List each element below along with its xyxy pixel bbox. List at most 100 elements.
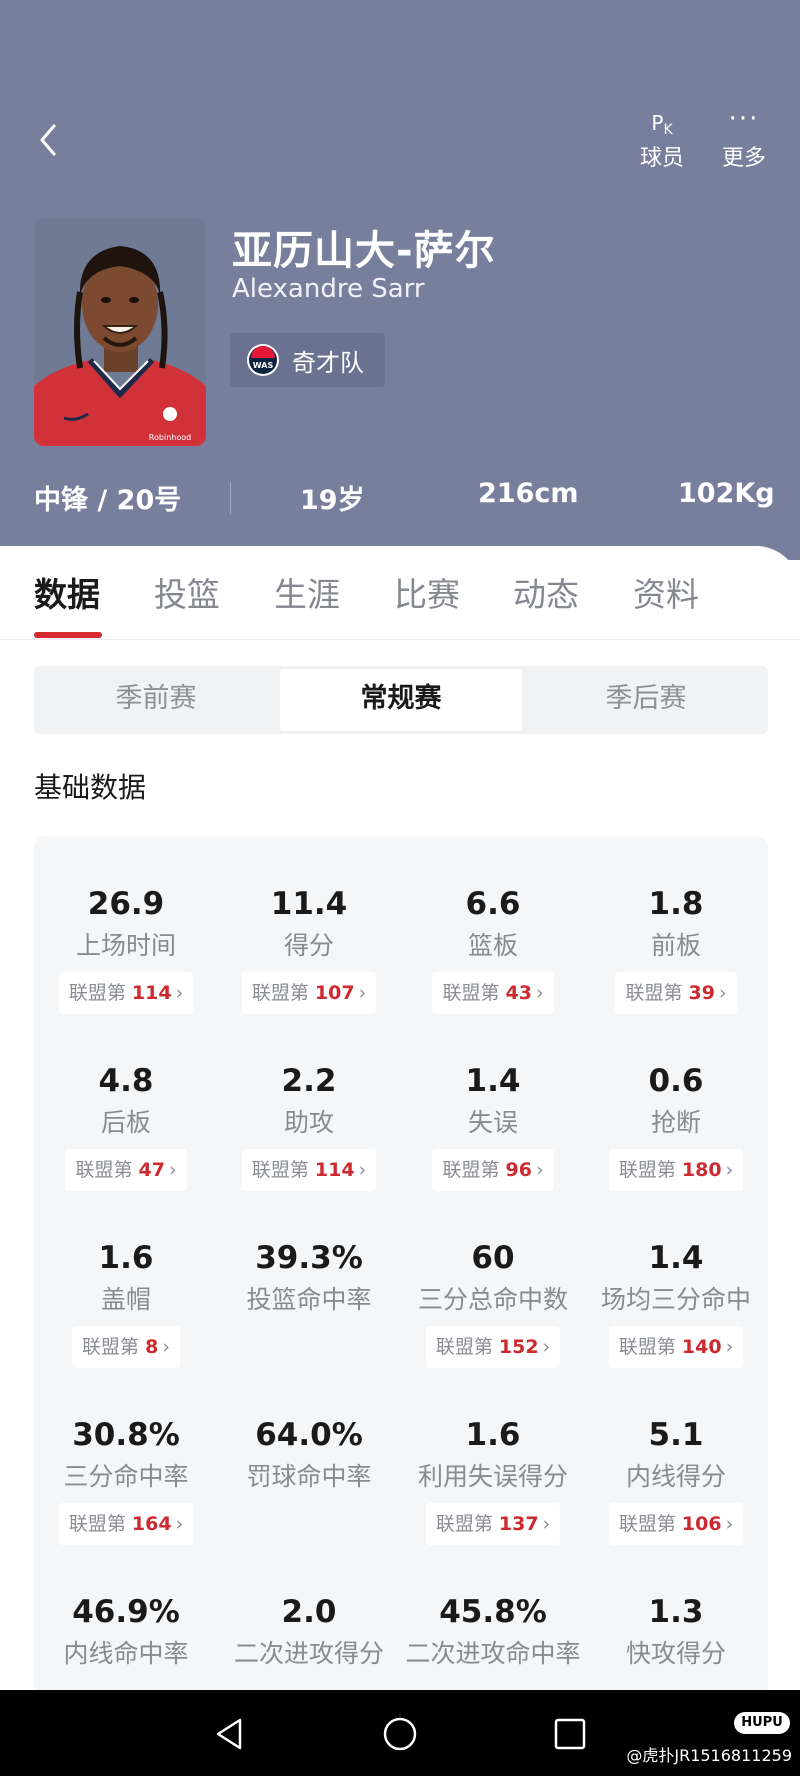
- stat-value: 6.6: [465, 886, 521, 922]
- chevron-right-icon: ›: [725, 1159, 734, 1181]
- stat-item: 39.3% 投篮命中率: [217, 1238, 401, 1318]
- season-type-switcher: 季前赛 常规赛 季后赛: [34, 666, 768, 734]
- chevron-right-icon: ›: [535, 982, 544, 1004]
- stat-label: 后板: [100, 1108, 151, 1137]
- player-header: PK 球员 ··· 更多 Robinhood 亚历山大-萨尔 Alexandre…: [0, 0, 800, 560]
- league-rank-chip[interactable]: 联盟第 164 ›: [58, 1503, 194, 1545]
- stat-label: 内线命中率: [63, 1639, 189, 1668]
- basic-stats-grid: 26.9 上场时间 联盟第 114 › 11.4 得分 联盟第 107 › 6.6 …: [34, 836, 768, 1736]
- more-dots-icon: ···: [728, 104, 760, 134]
- chevron-right-icon: ›: [725, 1336, 734, 1358]
- stat-value: 2.0: [281, 1594, 337, 1630]
- height: 216cm: [478, 478, 579, 509]
- league-rank-chip[interactable]: 联盟第 96 ›: [432, 1149, 554, 1191]
- league-rank-chip[interactable]: 联盟第 107 ›: [241, 972, 377, 1014]
- chevron-right-icon: ›: [718, 982, 727, 1004]
- league-rank-chip[interactable]: 联盟第 114 ›: [241, 1149, 377, 1191]
- stat-item: 4.8 后板 联盟第 47 ›: [34, 1061, 218, 1191]
- stat-value: 1.8: [648, 886, 704, 922]
- chevron-right-icon: ›: [358, 1159, 367, 1181]
- stat-label: 上场时间: [75, 931, 176, 960]
- league-rank-chip[interactable]: 联盟第 106 ›: [608, 1503, 744, 1545]
- stat-label: 篮板: [467, 931, 518, 960]
- stat-item: 2.0 二次进攻得分: [217, 1592, 401, 1672]
- stat-item: 5.1 内线得分 联盟第 106 ›: [584, 1415, 768, 1545]
- svg-text:Robinhood: Robinhood: [149, 433, 191, 442]
- chevron-right-icon: ›: [175, 1513, 184, 1535]
- league-rank-chip[interactable]: 联盟第 43 ›: [432, 972, 554, 1014]
- stat-item: 1.4 场均三分命中 联盟第 140 ›: [584, 1238, 768, 1368]
- stat-value: 30.8%: [72, 1417, 180, 1453]
- stat-label: 罚球命中率: [246, 1462, 372, 1491]
- more-button[interactable]: ··· 更多: [714, 104, 774, 178]
- stat-label: 二次进攻得分: [233, 1639, 384, 1668]
- tab-profile[interactable]: 资料: [633, 568, 699, 616]
- stat-label: 三分命中率: [63, 1462, 189, 1491]
- stat-value: 0.6: [648, 1063, 704, 1099]
- chevron-right-icon: ›: [358, 982, 367, 1004]
- player-avatar: Robinhood: [34, 218, 206, 446]
- stat-value: 1.4: [648, 1240, 704, 1276]
- section-title: 基础数据: [34, 771, 147, 804]
- watermark-text: @虎扑JR1516811259: [626, 1746, 792, 1765]
- stat-label: 场均三分命中: [600, 1285, 751, 1314]
- pk-label: 球员: [639, 146, 684, 171]
- tab-shooting[interactable]: 投篮: [154, 568, 220, 616]
- season-regular[interactable]: 常规赛: [280, 669, 522, 731]
- stat-item: 64.0% 罚球命中率: [217, 1415, 401, 1495]
- tab-career[interactable]: 生涯: [274, 568, 340, 616]
- league-rank-chip[interactable]: 联盟第 180 ›: [608, 1149, 744, 1191]
- wizards-logo-icon: WAS: [247, 344, 279, 376]
- stat-value: 2.2: [281, 1063, 337, 1099]
- svg-text:WAS: WAS: [253, 361, 274, 370]
- league-rank-chip[interactable]: 联盟第 137 ›: [425, 1503, 561, 1545]
- league-rank-chip[interactable]: 联盟第 47 ›: [65, 1149, 187, 1191]
- stat-label: 助攻: [283, 1108, 334, 1137]
- chevron-right-icon: ›: [168, 1159, 177, 1181]
- nav-home-icon[interactable]: [380, 1714, 420, 1754]
- stat-item: 1.4 失误 联盟第 96 ›: [401, 1061, 585, 1191]
- stat-item: 1.6 盖帽 联盟第 8 ›: [34, 1238, 218, 1368]
- player-name-cn: 亚历山大-萨尔: [232, 228, 496, 274]
- tab-data[interactable]: 数据: [34, 568, 100, 616]
- season-preseason[interactable]: 季前赛: [34, 666, 278, 734]
- stat-value: 46.9%: [72, 1594, 180, 1630]
- player-bio-row: 中锋 / 20号 19岁 216cm 102Kg: [0, 476, 800, 520]
- chevron-right-icon: ›: [725, 1513, 734, 1535]
- stat-label: 失误: [467, 1108, 518, 1137]
- back-button[interactable]: [30, 118, 70, 162]
- stat-item: 30.8% 三分命中率 联盟第 164 ›: [34, 1415, 218, 1545]
- league-rank-chip[interactable]: 联盟第 152 ›: [425, 1326, 561, 1368]
- tab-games[interactable]: 比赛: [394, 568, 460, 616]
- league-rank-chip[interactable]: 联盟第 8 ›: [72, 1326, 180, 1368]
- league-rank-chip[interactable]: 联盟第 140 ›: [608, 1326, 744, 1368]
- stat-value: 4.8: [98, 1063, 154, 1099]
- bio-divider: [230, 482, 231, 514]
- back-arrow-icon: [40, 124, 56, 156]
- stat-label: 投篮命中率: [246, 1285, 372, 1314]
- stat-value: 64.0%: [255, 1417, 363, 1453]
- stat-label: 抢断: [650, 1108, 701, 1137]
- league-rank-chip[interactable]: 联盟第 39 ›: [615, 972, 737, 1014]
- tab-news[interactable]: 动态: [513, 568, 579, 616]
- nav-recents-icon[interactable]: [550, 1714, 590, 1754]
- stat-label: 盖帽: [100, 1285, 151, 1314]
- league-rank-chip[interactable]: 联盟第 114 ›: [58, 972, 194, 1014]
- player-pk-button[interactable]: PK 球员: [630, 108, 694, 178]
- hupu-logo: HUPU: [734, 1712, 790, 1734]
- stat-item: 26.9 上场时间 联盟第 114 ›: [34, 884, 218, 1014]
- stat-value: 45.8%: [439, 1594, 547, 1630]
- player-name-en: Alexandre Sarr: [232, 274, 425, 304]
- weight: 102Kg: [678, 478, 775, 509]
- stat-value: 1.6: [98, 1240, 154, 1276]
- chevron-right-icon: ›: [162, 1336, 170, 1358]
- stat-label: 二次进攻命中率: [405, 1639, 581, 1668]
- stat-item: 0.6 抢断 联盟第 180 ›: [584, 1061, 768, 1191]
- nav-back-icon[interactable]: [210, 1714, 250, 1754]
- team-chip[interactable]: WAS 奇才队: [230, 333, 385, 387]
- season-playoffs[interactable]: 季后赛: [524, 666, 768, 734]
- stat-label: 快攻得分: [625, 1639, 726, 1668]
- system-nav-bar: HUPU @虎扑JR1516811259: [0, 1690, 800, 1776]
- stat-value: 60: [471, 1240, 515, 1276]
- stat-label: 三分总命中数: [417, 1285, 568, 1314]
